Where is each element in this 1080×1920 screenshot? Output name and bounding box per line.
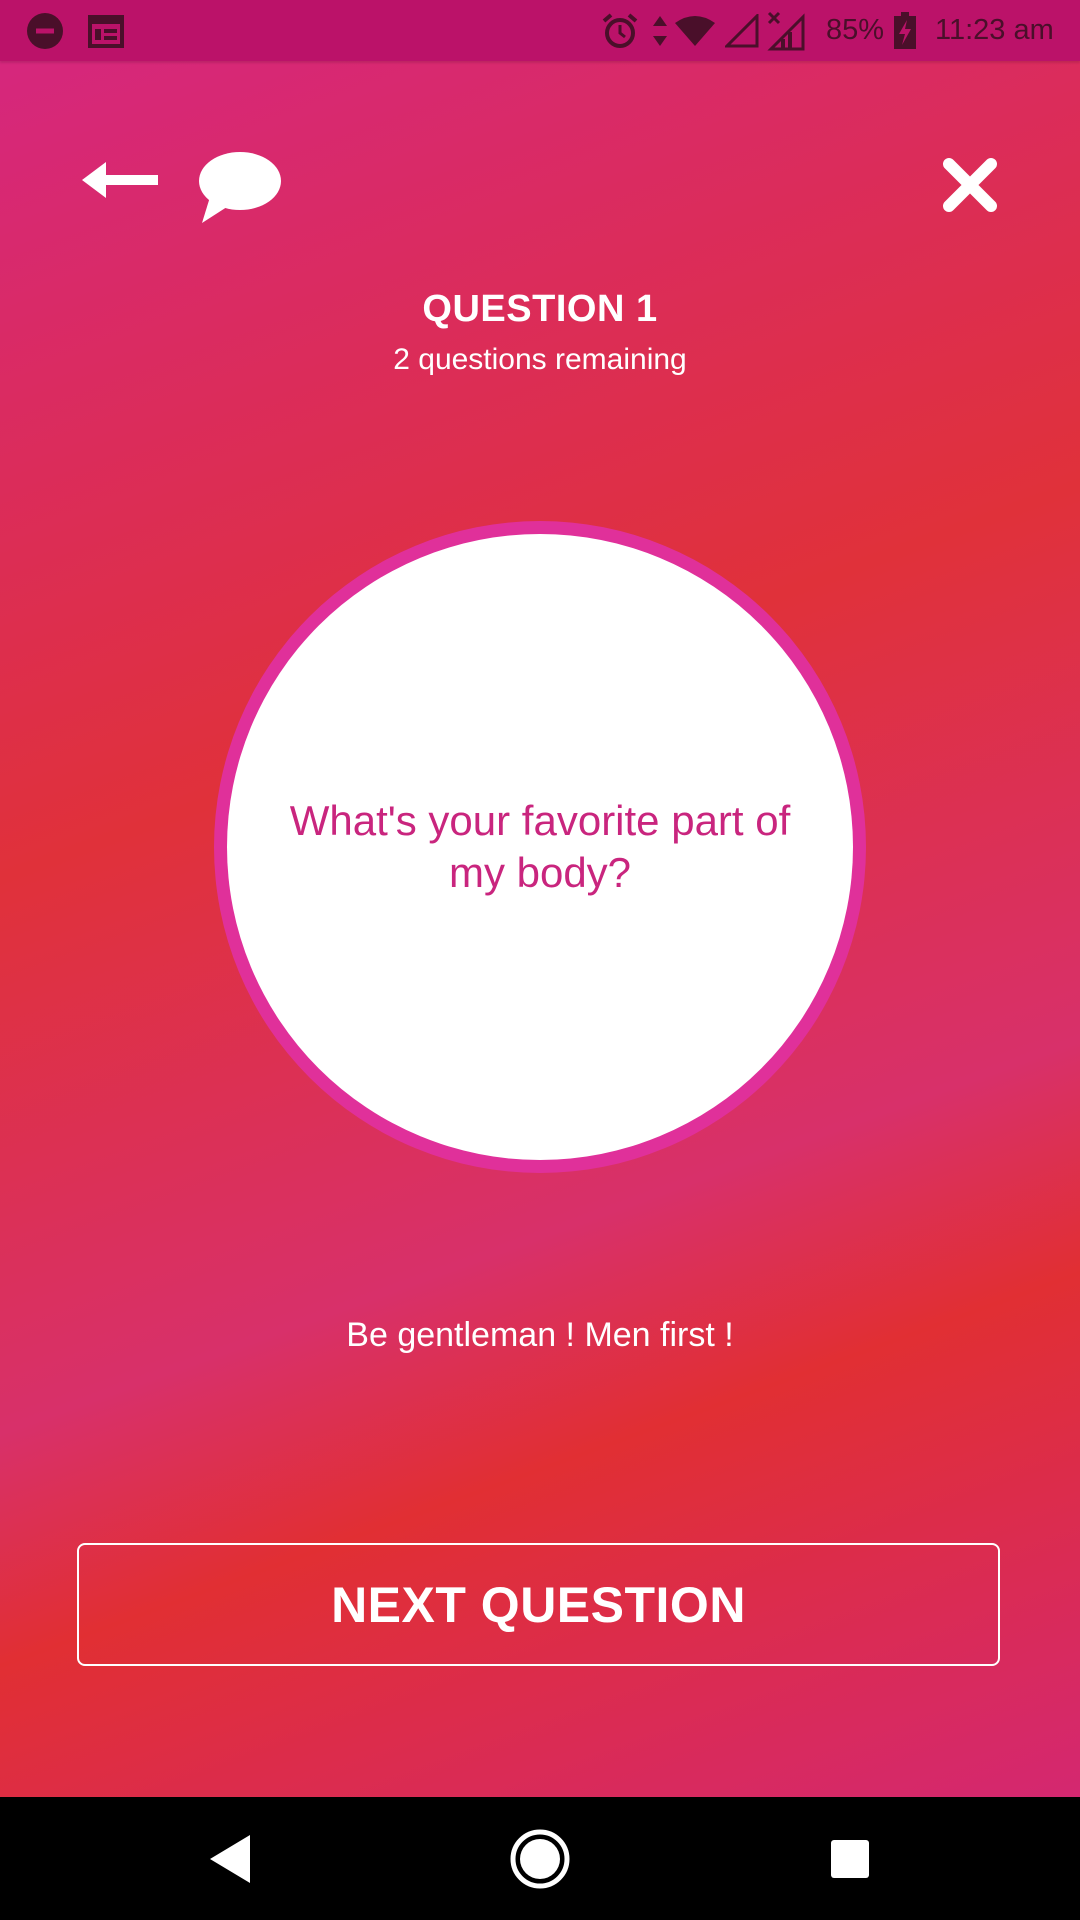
questions-remaining: 2 questions remaining — [393, 343, 687, 376]
screen: 85% 11:23 am QUESTION 1 2 questions rema… — [0, 0, 1080, 1920]
next-question-label: NEXT QUESTION — [331, 1576, 746, 1633]
question-title: QUESTION 1 — [422, 288, 658, 330]
battery-charging-icon — [891, 0, 919, 61]
nav-back-icon[interactable] — [190, 1797, 270, 1920]
next-question-button[interactable]: NEXT QUESTION — [77, 1543, 1000, 1666]
status-time: 11:23 am — [935, 14, 1054, 46]
nav-recents-icon[interactable] — [810, 1797, 890, 1920]
signal-empty-icon — [724, 0, 760, 61]
status-bar: 85% 11:23 am — [0, 0, 1080, 61]
hint-text: Be gentleman ! Men first ! — [346, 1316, 734, 1354]
question-text: What's your favorite part of my body? — [289, 797, 791, 896]
wifi-icon — [674, 0, 716, 61]
do-not-disturb-icon — [25, 0, 65, 61]
back-arrow-icon[interactable] — [74, 155, 166, 205]
question-card-inner: What's your favorite part of my body? — [227, 534, 853, 1160]
alarm-icon — [600, 0, 640, 61]
nav-home-icon[interactable] — [500, 1797, 580, 1920]
question-card: What's your favorite part of my body? — [214, 521, 866, 1173]
battery-percent: 85% — [826, 14, 885, 46]
data-transfer-icon — [650, 0, 670, 61]
close-icon[interactable] — [940, 155, 1000, 215]
chat-bubble-icon[interactable] — [194, 148, 284, 226]
calendar-icon — [86, 0, 126, 61]
navigation-bar — [0, 1797, 1080, 1920]
signal-no-service-icon — [766, 0, 806, 61]
